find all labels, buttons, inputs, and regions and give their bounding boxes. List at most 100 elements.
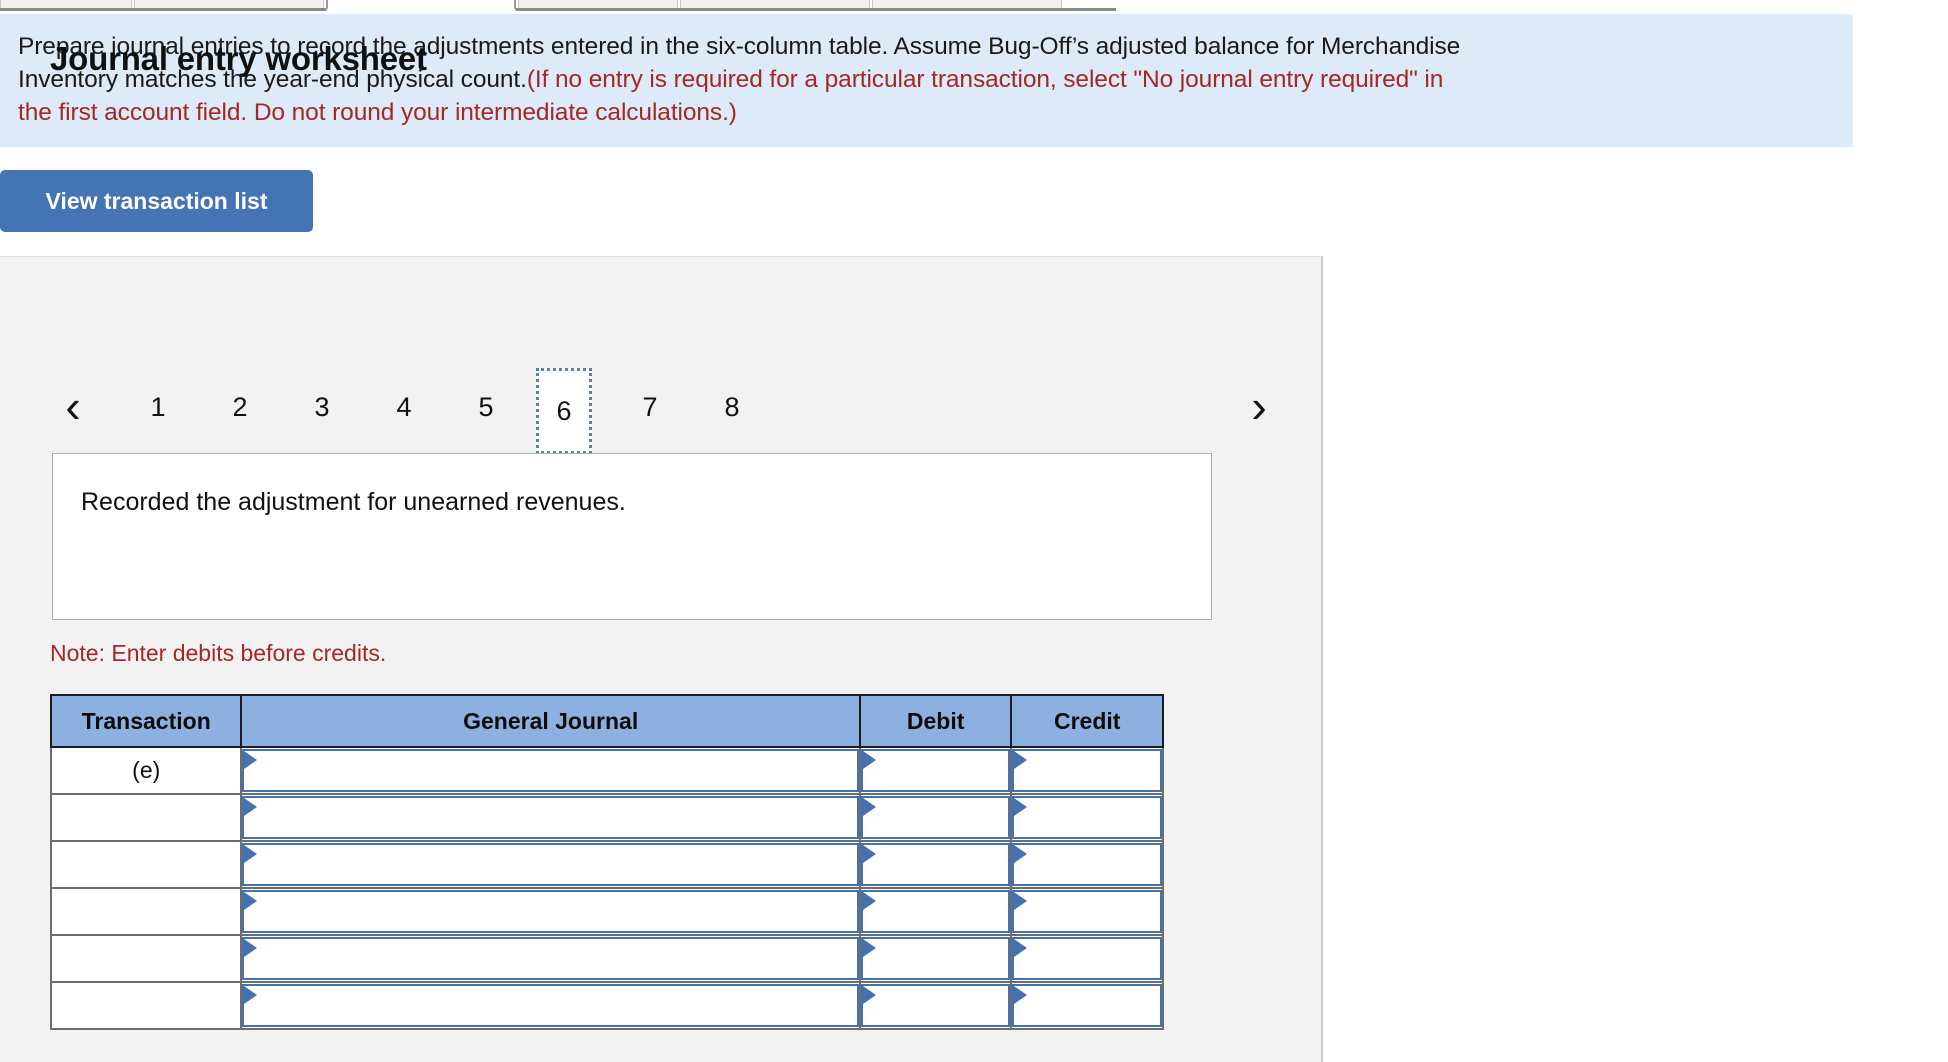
row-6-general-journal-cell[interactable] — [240, 981, 861, 1030]
dropdown-caret-icon — [1014, 986, 1028, 1004]
dropdown-caret-icon — [862, 751, 876, 769]
pager-page-3[interactable]: 3 — [294, 368, 350, 446]
column-header-credit: Credit — [1010, 694, 1164, 748]
row-6-credit-cell[interactable] — [1010, 981, 1164, 1030]
dropdown-caret-icon — [244, 986, 258, 1004]
worksheet-pager: ‹ 1 2 3 4 5 6 7 8 › — [40, 358, 1280, 456]
row-2-debit-input[interactable] — [860, 796, 1011, 839]
row-4-credit-cell[interactable] — [1010, 887, 1164, 936]
row-2-transaction-label — [49, 793, 243, 842]
row-2-general-journal-select[interactable] — [242, 796, 859, 839]
row-2-general-journal-cell[interactable] — [240, 793, 861, 842]
row-3-debit-input[interactable] — [860, 843, 1011, 886]
row-6-debit-cell[interactable] — [858, 981, 1013, 1030]
transaction-description-text: Recorded the adjustment for unearned rev… — [81, 488, 626, 516]
pager-page-8[interactable]: 8 — [704, 368, 760, 446]
tab-3-active[interactable] — [326, 0, 516, 11]
row-5-debit-input[interactable] — [860, 937, 1011, 980]
dropdown-caret-icon — [1014, 798, 1028, 816]
row-4-credit-input[interactable] — [1012, 890, 1162, 933]
row-3-credit-input[interactable] — [1012, 843, 1162, 886]
row-1-transaction-label: (e) — [49, 746, 243, 795]
tab-2[interactable] — [134, 0, 324, 8]
pager-page-4[interactable]: 4 — [376, 368, 432, 446]
row-3-credit-cell[interactable] — [1010, 840, 1164, 889]
dropdown-caret-icon — [862, 892, 876, 910]
table-row — [49, 840, 1164, 889]
row-5-credit-cell[interactable] — [1010, 934, 1164, 983]
pager-page-5[interactable]: 5 — [458, 368, 514, 446]
row-2-credit-input[interactable] — [1012, 796, 1162, 839]
row-2-debit-cell[interactable] — [858, 793, 1013, 842]
transaction-description-box: Recorded the adjustment for unearned rev… — [52, 453, 1212, 620]
table-row — [49, 934, 1164, 983]
tab-5[interactable] — [680, 0, 870, 8]
row-3-debit-cell[interactable] — [858, 840, 1013, 889]
dropdown-caret-icon — [244, 845, 258, 863]
table-header-row: Transaction General Journal Debit Credit — [49, 694, 1164, 748]
pager-page-7[interactable]: 7 — [622, 368, 678, 446]
row-4-debit-cell[interactable] — [858, 887, 1013, 936]
row-3-transaction-label — [49, 840, 243, 889]
row-5-general-journal-select[interactable] — [242, 937, 859, 980]
dropdown-caret-icon — [1014, 892, 1028, 910]
debits-before-credits-note: Note: Enter debits before credits. — [50, 640, 387, 666]
pager-page-6-active[interactable]: 6 — [536, 368, 592, 454]
tab-4[interactable] — [518, 0, 678, 8]
row-3-general-journal-cell[interactable] — [240, 840, 861, 889]
browser-tab-strip — [0, 0, 1116, 11]
row-4-transaction-label — [49, 887, 243, 936]
row-1-debit-input[interactable] — [860, 749, 1011, 792]
row-5-general-journal-cell[interactable] — [240, 934, 861, 983]
dropdown-caret-icon — [862, 798, 876, 816]
dropdown-caret-icon — [1014, 939, 1028, 957]
dropdown-caret-icon — [244, 751, 258, 769]
row-5-credit-input[interactable] — [1012, 937, 1162, 980]
page-title: Journal entry worksheet — [50, 40, 427, 77]
instruction-hint-2: the first account field. Do not round yo… — [18, 99, 737, 126]
row-1-credit-cell[interactable] — [1010, 746, 1164, 795]
instruction-banner: Prepare journal entries to record the ad… — [0, 14, 1853, 147]
row-5-debit-cell[interactable] — [858, 934, 1013, 983]
row-3-general-journal-select[interactable] — [242, 843, 859, 886]
dropdown-caret-icon — [1014, 845, 1028, 863]
row-6-general-journal-select[interactable] — [242, 984, 859, 1027]
column-header-debit: Debit — [858, 694, 1013, 748]
row-1-debit-cell[interactable] — [858, 746, 1013, 795]
row-4-general-journal-cell[interactable] — [240, 887, 861, 936]
tab-6[interactable] — [872, 0, 1062, 8]
journal-entry-table: Transaction General Journal Debit Credit… — [49, 694, 1164, 1030]
row-4-debit-input[interactable] — [860, 890, 1011, 933]
instruction-hint-1: (If no entry is required for a particula… — [526, 66, 1444, 93]
tab-1[interactable] — [0, 0, 132, 8]
table-row — [49, 981, 1164, 1030]
row-2-credit-cell[interactable] — [1010, 793, 1164, 842]
dropdown-caret-icon — [862, 939, 876, 957]
view-transaction-list-button[interactable]: View transaction list — [0, 170, 313, 232]
row-6-debit-input[interactable] — [860, 984, 1011, 1027]
chevron-left-icon[interactable]: ‹ — [50, 380, 96, 432]
dropdown-caret-icon — [862, 845, 876, 863]
row-4-general-journal-select[interactable] — [242, 890, 859, 933]
row-6-credit-input[interactable] — [1012, 984, 1162, 1027]
table-row — [49, 793, 1164, 842]
column-header-transaction: Transaction — [49, 694, 243, 748]
dropdown-caret-icon — [244, 798, 258, 816]
dropdown-caret-icon — [862, 986, 876, 1004]
row-1-general-journal-cell[interactable] — [240, 746, 861, 795]
column-header-general-journal: General Journal — [240, 694, 861, 748]
dropdown-caret-icon — [1014, 751, 1028, 769]
pager-page-1[interactable]: 1 — [130, 368, 186, 446]
journal-entry-table-body: (e) — [49, 746, 1164, 1030]
dropdown-caret-icon — [244, 892, 258, 910]
pager-page-2[interactable]: 2 — [212, 368, 268, 446]
chevron-right-icon[interactable]: › — [1236, 380, 1282, 432]
row-6-transaction-label — [49, 981, 243, 1030]
table-row: (e) — [49, 746, 1164, 795]
row-5-transaction-label — [49, 934, 243, 983]
instruction-line-3: the first account field. Do not round yo… — [18, 96, 1835, 129]
dropdown-caret-icon — [244, 939, 258, 957]
table-row — [49, 887, 1164, 936]
row-1-general-journal-select[interactable] — [242, 749, 859, 792]
row-1-credit-input[interactable] — [1012, 749, 1162, 792]
